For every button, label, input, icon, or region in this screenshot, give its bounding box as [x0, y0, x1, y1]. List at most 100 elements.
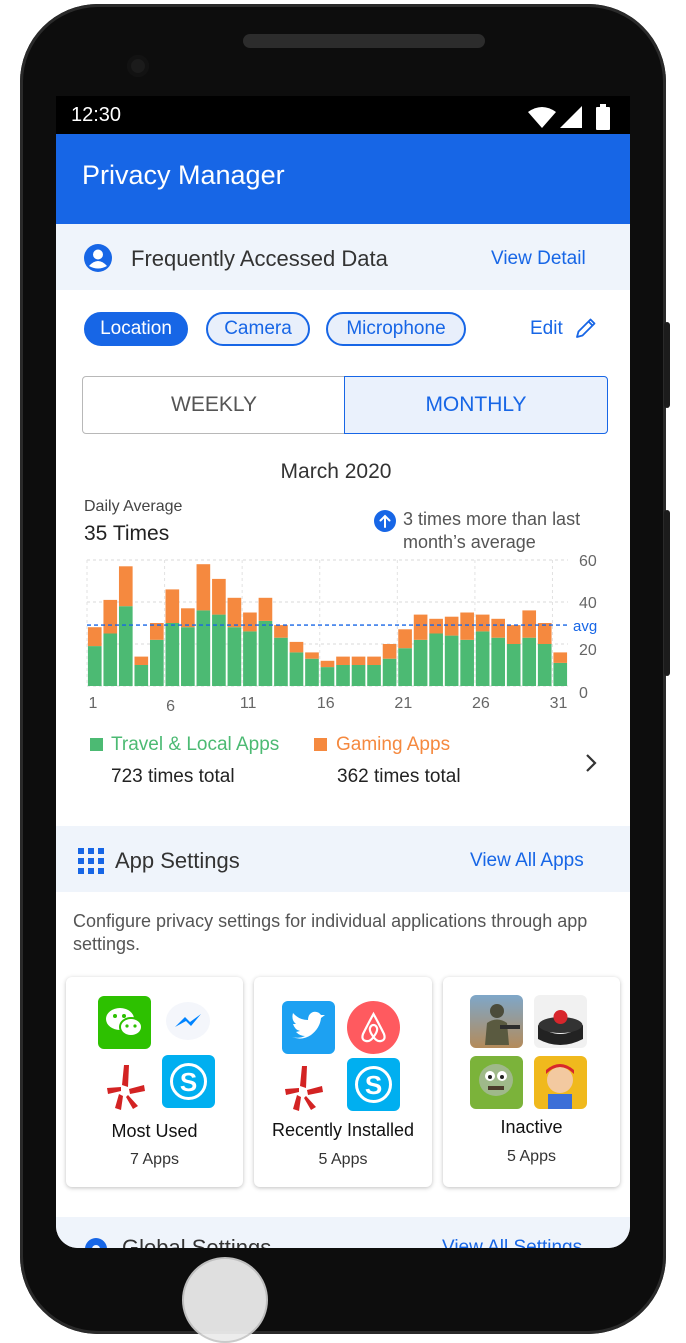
bar-gaming: [181, 608, 195, 628]
bar-gaming: [227, 597, 242, 628]
bar-gaming: [460, 612, 474, 640]
app-settings-header: App Settings View All Apps: [56, 826, 630, 892]
tab-monthly-label: MONTHLY: [425, 393, 527, 416]
bar-travel: [243, 631, 257, 686]
bar-gaming: [212, 578, 226, 615]
home-button[interactable]: [182, 1257, 268, 1343]
status-time: 12:30: [71, 104, 122, 126]
yelp-icon: [278, 1062, 331, 1115]
average-label: avg: [573, 618, 597, 635]
messenger-icon: [162, 996, 215, 1049]
yelp-icon: [100, 1061, 153, 1114]
view-detail-link[interactable]: View Detail: [491, 248, 586, 270]
card-inactive-count: 5 Apps: [507, 1148, 556, 1165]
tab-monthly[interactable]: MONTHLY: [344, 376, 608, 434]
trend-up-icon: [374, 510, 396, 532]
bar-travel: [165, 623, 180, 686]
bar-gaming: [537, 623, 552, 644]
chip-location[interactable]: Location: [84, 312, 188, 346]
trend-note: 3 times more than last month’s average: [403, 509, 581, 552]
chip-microphone-label: Microphone: [346, 318, 446, 339]
bar-gaming: [165, 589, 180, 623]
bar-travel: [475, 631, 490, 686]
bar-travel: [429, 633, 443, 686]
chip-location-label: Location: [100, 318, 172, 339]
bar-travel: [382, 658, 397, 686]
bar-travel: [522, 637, 537, 686]
tab-weekly[interactable]: WEEKLY: [82, 376, 346, 434]
gear-icon: [85, 1238, 107, 1248]
card-inactive[interactable]: Inactive 5 Apps: [443, 977, 620, 1187]
card-recently-installed-title: Recently Installed: [271, 1120, 415, 1140]
app-title: Privacy Manager: [82, 160, 285, 190]
gaming-total: 362 times total: [337, 766, 461, 787]
bar-gaming: [289, 641, 304, 653]
plants-vs-zombies-icon: [470, 1056, 523, 1109]
bar-travel: [553, 662, 568, 686]
view-all-settings-link[interactable]: View All Settings: [442, 1237, 582, 1248]
chip-camera[interactable]: Camera: [206, 312, 310, 346]
x-tick-label: 21: [394, 695, 412, 712]
status-bar: 12:30: [56, 96, 630, 134]
app-bar: Privacy Manager: [56, 134, 630, 224]
wifi-icon: [528, 107, 556, 128]
bar-gaming: [444, 616, 459, 636]
front-camera: [127, 55, 149, 77]
signal-icon: [560, 106, 582, 128]
app-settings-title: App Settings: [115, 848, 240, 873]
bar-travel: [258, 620, 273, 686]
bar-travel: [351, 665, 366, 686]
bar-travel: [537, 644, 552, 686]
pubg-icon: [470, 995, 523, 1048]
y-tick-label: 40: [579, 595, 597, 612]
legend-gaming-label: Gaming Apps: [336, 734, 451, 755]
edit-label: Edit: [530, 318, 563, 339]
bar-travel: [336, 665, 350, 686]
global-settings-title: Global Settings: [122, 1235, 272, 1248]
bar-travel: [227, 627, 242, 686]
view-all-apps-link[interactable]: View All Apps: [470, 850, 584, 872]
bar-gaming: [196, 564, 211, 611]
bar-travel: [274, 637, 288, 686]
bar-gaming: [382, 644, 397, 659]
tab-weekly-label: WEEKLY: [171, 393, 257, 416]
card-recently-installed[interactable]: S Recently Installed 5 Apps: [254, 977, 432, 1187]
chip-camera-label: Camera: [224, 318, 292, 339]
bar-travel: [134, 665, 149, 686]
x-tick-label: 11: [240, 695, 257, 712]
skype-icon: S: [347, 1058, 400, 1111]
chip-microphone[interactable]: Microphone: [326, 312, 466, 346]
legend-travel-label: Travel & Local Apps: [111, 734, 280, 755]
edit-button[interactable]: Edit: [530, 318, 596, 344]
card-recently-installed-count: 5 Apps: [318, 1151, 368, 1168]
volume-button: [664, 510, 670, 676]
global-settings-header: Global Settings View All Settings: [56, 1217, 630, 1248]
bar-travel: [460, 639, 474, 686]
chevron-right-icon[interactable]: [584, 752, 598, 774]
bar-travel: [103, 633, 118, 686]
x-tick-label: 31: [550, 695, 568, 712]
grid-icon: [78, 848, 104, 874]
bar-gaming: [134, 656, 149, 665]
y-tick-label: 60: [579, 553, 597, 570]
frequent-data-header: Frequently Accessed Data View Detail: [56, 224, 630, 290]
y-tick-label: 20: [579, 642, 597, 659]
bar-gaming: [243, 612, 257, 632]
bar-travel: [196, 610, 211, 686]
svg-text:S: S: [365, 1070, 382, 1100]
bar-gaming: [522, 610, 537, 638]
bar-travel: [305, 658, 319, 686]
bar-gaming: [274, 625, 288, 638]
earpiece-speaker: [243, 34, 485, 48]
bar-gaming: [103, 599, 118, 634]
x-tick-label: 1: [89, 695, 98, 712]
pencil-icon: [576, 318, 596, 338]
legend-travel-swatch: [90, 738, 103, 751]
red-button-app-icon: [534, 995, 587, 1048]
card-most-used[interactable]: S Most Used 7 Apps: [66, 977, 243, 1187]
usage-bar-chart: avg60402001 6 11 16 21 26 31: [86, 553, 597, 715]
bar-travel: [289, 652, 304, 686]
bar-gaming: [506, 625, 521, 644]
user-icon: [84, 244, 112, 272]
app-settings-description: Configure privacy settings for individua…: [73, 911, 588, 954]
